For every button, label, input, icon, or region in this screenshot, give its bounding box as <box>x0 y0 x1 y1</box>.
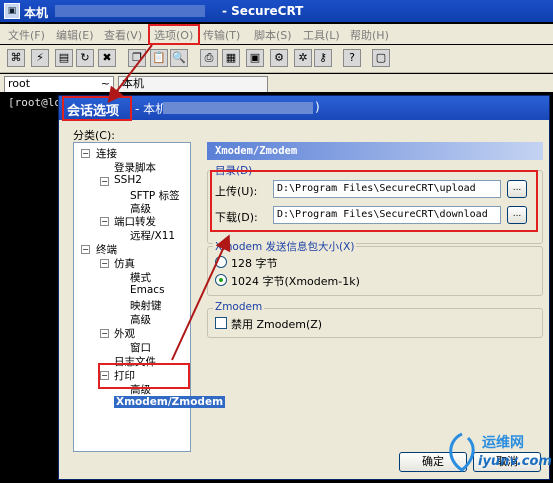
radio-1024-label: 1024 字节(Xmodem-1k) <box>231 275 360 288</box>
tree-item-remote-x11[interactable]: 远程/X11 <box>130 228 175 243</box>
tree-item-terminal[interactable]: 终端 <box>96 242 117 257</box>
watermark-swirl-icon <box>449 432 475 472</box>
terminal-prompt: [root@lo <box>8 96 61 109</box>
category-tree[interactable]: − 连接 登录脚本 − SSH2 SFTP 标签 高级 − 端口转发 远程/X1… <box>73 142 226 452</box>
menu-bar: 文件(F) 编辑(E) 查看(V) 选项(O) 传输(T) 脚本(S) 工具(L… <box>0 24 553 44</box>
expand-toggle-icon[interactable]: − <box>81 245 90 254</box>
menu-help[interactable]: 帮助(H) <box>350 27 389 43</box>
tab-session-2-label: 本机 <box>122 77 144 90</box>
print-setup-icon[interactable]: ▦ <box>222 49 240 67</box>
radio-128-label: 128 字节 <box>231 257 278 270</box>
highlight-dialog-title <box>62 96 132 121</box>
settings-icon[interactable]: ✲ <box>294 49 312 67</box>
main-title-bar: ▣ 本机 - SecureCRT <box>0 0 553 22</box>
category-label: 分类(C): <box>73 129 115 142</box>
blurred-hostname <box>55 5 205 17</box>
help-icon[interactable]: ? <box>343 49 361 67</box>
menu-file[interactable]: 文件(F) <box>8 27 45 43</box>
tree-item-emulation[interactable]: 仿真 <box>114 256 135 271</box>
expand-toggle-icon[interactable]: − <box>81 149 90 158</box>
tree-item-emulation-advanced[interactable]: 高级 <box>130 312 151 327</box>
toolbar: ⌘ ⚡ ▤ ↻ ✖ ❐ 📋 🔍 ⎙ ▦ ▣ ⚙ ✲ ⚷ ? ▢ <box>0 45 553 73</box>
menu-transfer[interactable]: 传输(T) <box>203 27 240 43</box>
radio-128-bytes[interactable] <box>215 256 227 268</box>
zmodem-group-title: Zmodem <box>213 301 265 313</box>
dialog-title-bar: 会话选项 - 本机 ) <box>59 96 549 120</box>
watermark-name: 运维网 <box>482 435 524 451</box>
session-options-icon[interactable]: ▣ <box>246 49 264 67</box>
main-title-app: - SecureCRT <box>222 4 304 18</box>
connect-tab-icon[interactable]: ▤ <box>55 49 73 67</box>
tree-item-appearance[interactable]: 外观 <box>114 326 135 341</box>
tree-item-modes[interactable]: 模式 <box>130 270 151 285</box>
connect-icon[interactable]: ⌘ <box>7 49 25 67</box>
dialog-title-end: ) <box>315 100 320 114</box>
expand-toggle-icon[interactable]: − <box>100 329 109 338</box>
main-title-prefix: 本机 <box>24 6 49 20</box>
disable-zmodem-checkbox[interactable] <box>215 317 227 329</box>
disconnect-icon[interactable]: ✖ <box>98 49 116 67</box>
session-options-dialog: 会话选项 - 本机 ) 分类(C): − 连接 登录脚本 − SSH2 SFTP… <box>58 95 550 480</box>
tab-session-1-label: root <box>8 77 31 90</box>
blurred-session-name <box>163 102 313 114</box>
tab-session-2[interactable]: 本机 <box>118 76 268 92</box>
tree-item-window[interactable]: 窗口 <box>130 340 151 355</box>
menu-view[interactable]: 查看(V) <box>104 27 142 43</box>
copy-icon[interactable]: ❐ <box>128 49 146 67</box>
packet-size-group-title: Xmodem 发送信息包大小(X) <box>213 239 357 254</box>
expand-toggle-icon[interactable]: − <box>100 217 109 226</box>
highlight-xmodem-tree-item <box>98 363 190 389</box>
tab-session-1[interactable]: root ~ <box>4 76 114 92</box>
tree-item-port-forwarding[interactable]: 端口转发 <box>114 214 156 229</box>
expand-toggle-icon[interactable]: − <box>100 259 109 268</box>
menu-edit[interactable]: 编辑(E) <box>56 27 94 43</box>
paste-icon[interactable]: 📋 <box>150 49 168 67</box>
keymap-icon[interactable]: ⚷ <box>314 49 332 67</box>
find-icon[interactable]: 🔍 <box>170 49 188 67</box>
tree-item-mapped-keys[interactable]: 映射键 <box>130 298 162 313</box>
disable-zmodem-label: 禁用 Zmodem(Z) <box>231 318 323 331</box>
watermark-url: iyunv.com <box>478 454 552 469</box>
radio-1024-bytes[interactable] <box>215 274 227 286</box>
menu-script[interactable]: 脚本(S) <box>254 27 292 43</box>
reconnect-icon[interactable]: ↻ <box>76 49 94 67</box>
tab-session-1-suffix: ~ <box>100 77 110 90</box>
expand-toggle-icon[interactable]: − <box>100 177 109 186</box>
tree-item-ssh2[interactable]: SSH2 <box>114 174 142 186</box>
tree-item-login-script[interactable]: 登录脚本 <box>114 160 156 175</box>
tree-item-emacs[interactable]: Emacs <box>130 284 165 296</box>
quick-connect-icon[interactable]: ⚡ <box>31 49 49 67</box>
highlight-options-menu <box>148 24 200 45</box>
global-options-icon[interactable]: ⚙ <box>270 49 288 67</box>
panel-title: Xmodem/Zmodem <box>207 142 543 160</box>
watermark-logo: 运维网 iyunv.com <box>442 428 552 482</box>
highlight-directory-group <box>210 170 538 232</box>
tree-item-connection[interactable]: 连接 <box>96 146 117 161</box>
menu-tools[interactable]: 工具(L) <box>303 27 340 43</box>
window-icon[interactable]: ▢ <box>372 49 390 67</box>
session-tab-bar: root ~ 本机 <box>0 74 553 92</box>
print-icon[interactable]: ⎙ <box>200 49 218 67</box>
securecrt-app-icon: ▣ <box>4 3 20 19</box>
